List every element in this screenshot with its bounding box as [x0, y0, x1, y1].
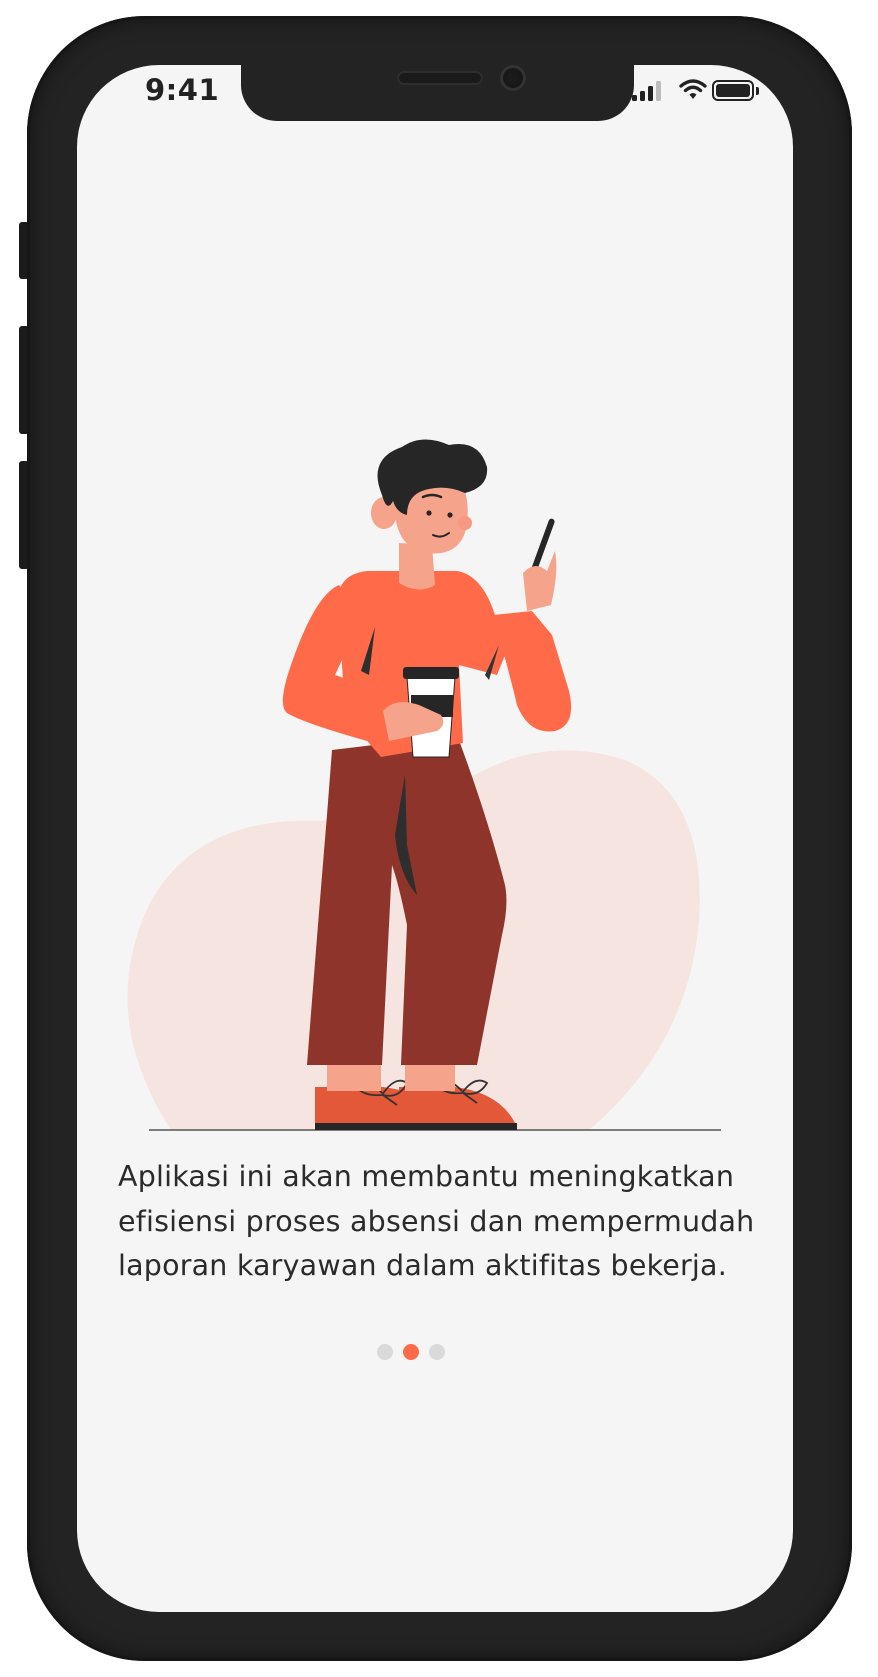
battery-icon	[712, 80, 754, 101]
cellular-signal-icon	[632, 79, 670, 101]
phone-frame: 9:41 Aplikasi ini akan membantu meningka…	[27, 16, 852, 1661]
speaker-grille	[397, 71, 483, 85]
coffee-lid	[403, 667, 459, 679]
wifi-icon	[679, 79, 707, 99]
right-ankle	[405, 1061, 455, 1091]
cheek	[458, 516, 472, 530]
pagination-dot-3[interactable]	[429, 1344, 445, 1360]
shoe-soles	[315, 1123, 517, 1130]
right-arm	[493, 611, 572, 732]
eye-right	[447, 512, 453, 518]
pagination-dot-2-active[interactable]	[403, 1344, 419, 1360]
onboarding-description: Aplikasi ini akan membantu meningkatkan …	[118, 1160, 755, 1282]
ear	[371, 497, 397, 529]
status-icons	[632, 79, 772, 109]
onboarding-screen: 9:41 Aplikasi ini akan membantu meningka…	[77, 65, 793, 1612]
pagination-dot-1[interactable]	[377, 1344, 393, 1360]
eye-left	[426, 510, 432, 516]
front-camera	[500, 65, 526, 91]
left-ankle	[327, 1061, 381, 1091]
notch	[241, 65, 634, 121]
pagination-indicator	[377, 1344, 497, 1364]
onboarding-illustration	[127, 439, 721, 1131]
status-time: 9:41	[145, 73, 220, 107]
battery-cap	[756, 87, 759, 95]
